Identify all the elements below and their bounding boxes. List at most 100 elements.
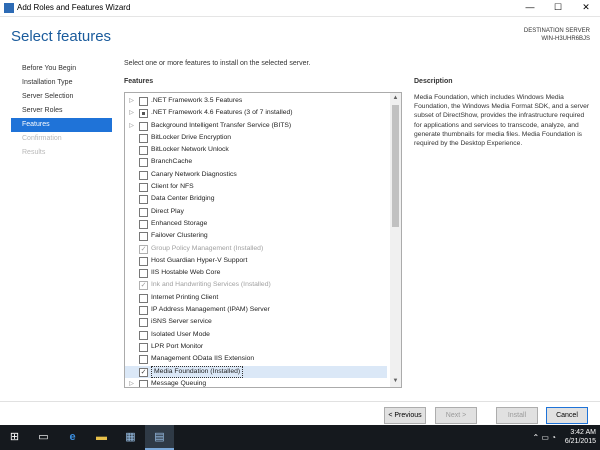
task-view-icon[interactable]: ▭: [29, 425, 58, 450]
feature-row[interactable]: BitLocker Network Unlock: [125, 144, 387, 156]
feature-checkbox[interactable]: [139, 379, 148, 387]
edge-browser-icon[interactable]: e: [58, 425, 87, 450]
feature-checkbox[interactable]: [139, 133, 148, 143]
feature-row[interactable]: ▷ Message Queuing: [125, 378, 387, 387]
feature-label: Client for NFS: [151, 183, 194, 191]
feature-label: BranchCache: [151, 158, 193, 166]
feature-checkbox[interactable]: [139, 207, 148, 217]
nav-installation-type[interactable]: Installation Type: [11, 76, 112, 90]
feature-checkbox[interactable]: ✓: [139, 367, 148, 377]
feature-label: .NET Framework 4.6 Features (3 of 7 inst…: [151, 109, 293, 117]
feature-checkbox[interactable]: [139, 306, 148, 316]
expand-arrow-icon[interactable]: ▷: [128, 378, 135, 387]
server-manager-taskbar-icon[interactable]: ▦: [116, 425, 145, 450]
feature-label: Failover Clustering: [151, 232, 208, 240]
feature-checkbox[interactable]: [139, 342, 148, 352]
file-explorer-icon[interactable]: ▬: [87, 425, 116, 450]
feature-row[interactable]: ✓ Media Foundation (Installed): [125, 365, 387, 378]
feature-row[interactable]: ✓ Ink and Handwriting Services (Installed…: [125, 279, 387, 291]
previous-button[interactable]: < Previous: [384, 407, 426, 424]
maximize-button[interactable]: ☐: [544, 0, 572, 16]
nav-features[interactable]: Features: [11, 118, 112, 132]
destination-server-name: WIN-H3UHR6BJS: [541, 36, 590, 42]
nav-server-roles[interactable]: Server Roles: [11, 104, 112, 118]
feature-row[interactable]: Client for NFS: [125, 181, 387, 193]
feature-row[interactable]: Failover Clustering: [125, 230, 387, 242]
feature-row[interactable]: Enhanced Storage: [125, 218, 387, 230]
feature-row[interactable]: ✓ Group Policy Management (Installed): [125, 243, 387, 255]
feature-checkbox[interactable]: [139, 195, 148, 205]
feature-label: iSNS Server service: [151, 318, 212, 326]
cancel-button[interactable]: Cancel: [546, 407, 588, 424]
expand-arrow-icon[interactable]: ▷: [128, 107, 135, 119]
feature-row[interactable]: Management OData IIS Extension: [125, 353, 387, 365]
feature-checkbox[interactable]: [139, 97, 148, 106]
feature-checkbox[interactable]: [139, 232, 148, 242]
feature-label: Enhanced Storage: [151, 219, 208, 227]
feature-checkbox[interactable]: [139, 158, 148, 168]
feature-checkbox: ✓: [139, 281, 148, 291]
minimize-button[interactable]: —: [516, 0, 544, 16]
windows-start-icon[interactable]: ⊞: [0, 425, 29, 450]
clock-date: 6/21/2015: [564, 438, 596, 445]
feature-row[interactable]: Canary Network Diagnostics: [125, 169, 387, 181]
feature-label: Management OData IIS Extension: [151, 355, 255, 363]
feature-checkbox[interactable]: [139, 269, 148, 279]
expand-arrow-icon[interactable]: ▷: [128, 95, 135, 107]
feature-row[interactable]: ▷ .NET Framework 3.5 Features: [125, 95, 387, 107]
nav-confirmation: Confirmation: [22, 135, 62, 142]
feature-label: Message Queuing: [151, 379, 207, 387]
feature-label: Direct Play: [151, 207, 184, 215]
wizard-nav: Before You Begin Installation Type Serve…: [11, 62, 112, 160]
instruction-text: Select one or more features to install o…: [124, 60, 311, 67]
feature-row[interactable]: Internet Printing Client: [125, 292, 387, 304]
feature-row[interactable]: iSNS Server service: [125, 316, 387, 328]
features-scrollbar[interactable]: ▲ ▼: [390, 93, 401, 387]
feature-checkbox[interactable]: [139, 170, 148, 180]
feature-row[interactable]: BitLocker Drive Encryption: [125, 132, 387, 144]
feature-checkbox[interactable]: [139, 146, 148, 156]
clock-time: 3:42 AM: [570, 429, 596, 436]
feature-row[interactable]: ▷ Background Intelligent Transfer Service…: [125, 120, 387, 132]
wizard-taskbar-icon[interactable]: ▤: [145, 425, 174, 450]
feature-row[interactable]: IP Address Management (IPAM) Server: [125, 304, 387, 316]
feature-row[interactable]: Host Guardian Hyper-V Support: [125, 255, 387, 267]
scroll-up-icon[interactable]: ▲: [390, 93, 401, 104]
features-heading: Features: [124, 78, 154, 85]
feature-checkbox[interactable]: [139, 183, 148, 193]
feature-row[interactable]: ▷ .NET Framework 4.6 Features (3 of 7 ins…: [125, 107, 387, 119]
feature-label: BitLocker Network Unlock: [151, 146, 229, 154]
feature-row[interactable]: BranchCache: [125, 156, 387, 168]
feature-checkbox[interactable]: [139, 355, 148, 365]
nav-server-selection[interactable]: Server Selection: [11, 90, 112, 104]
feature-checkbox[interactable]: [139, 330, 148, 340]
feature-row[interactable]: Isolated User Mode: [125, 329, 387, 341]
clock[interactable]: 3:42 AM 6/21/2015: [565, 428, 596, 446]
feature-label: Internet Printing Client: [151, 293, 219, 301]
feature-row[interactable]: IIS Hostable Web Core: [125, 267, 387, 279]
expand-arrow-icon[interactable]: ▷: [128, 120, 135, 132]
nav-before-you-begin[interactable]: Before You Begin: [11, 62, 112, 76]
title-bar: Add Roles and Features Wizard — ☐ ✕: [0, 0, 600, 17]
features-tree[interactable]: ▷ .NET Framework 3.5 Features ▷ .NET Framew…: [124, 92, 402, 388]
install-button[interactable]: Install: [496, 407, 538, 424]
feature-checkbox[interactable]: [139, 109, 148, 119]
scroll-down-icon[interactable]: ▼: [390, 376, 401, 387]
feature-row[interactable]: Direct Play: [125, 206, 387, 218]
footer-divider: [0, 401, 600, 402]
feature-label: Data Center Bridging: [151, 195, 215, 203]
feature-row[interactable]: Data Center Bridging: [125, 193, 387, 205]
feature-checkbox[interactable]: [139, 293, 148, 303]
feature-checkbox[interactable]: [139, 256, 148, 266]
next-button[interactable]: Next >: [435, 407, 477, 424]
feature-row[interactable]: LPR Port Monitor: [125, 341, 387, 353]
feature-checkbox[interactable]: [139, 121, 148, 131]
feature-checkbox[interactable]: [139, 318, 148, 328]
close-button[interactable]: ✕: [572, 0, 600, 16]
features-list: ▷ .NET Framework 3.5 Features ▷ .NET Framew…: [125, 95, 387, 387]
feature-label: Ink and Handwriting Services (Installed): [151, 281, 271, 289]
feature-checkbox[interactable]: [139, 219, 148, 229]
feature-label: Isolated User Mode: [151, 330, 210, 338]
tray-icons[interactable]: ⌃ ▭ ◔: [532, 433, 556, 442]
scroll-thumb[interactable]: [392, 105, 399, 227]
